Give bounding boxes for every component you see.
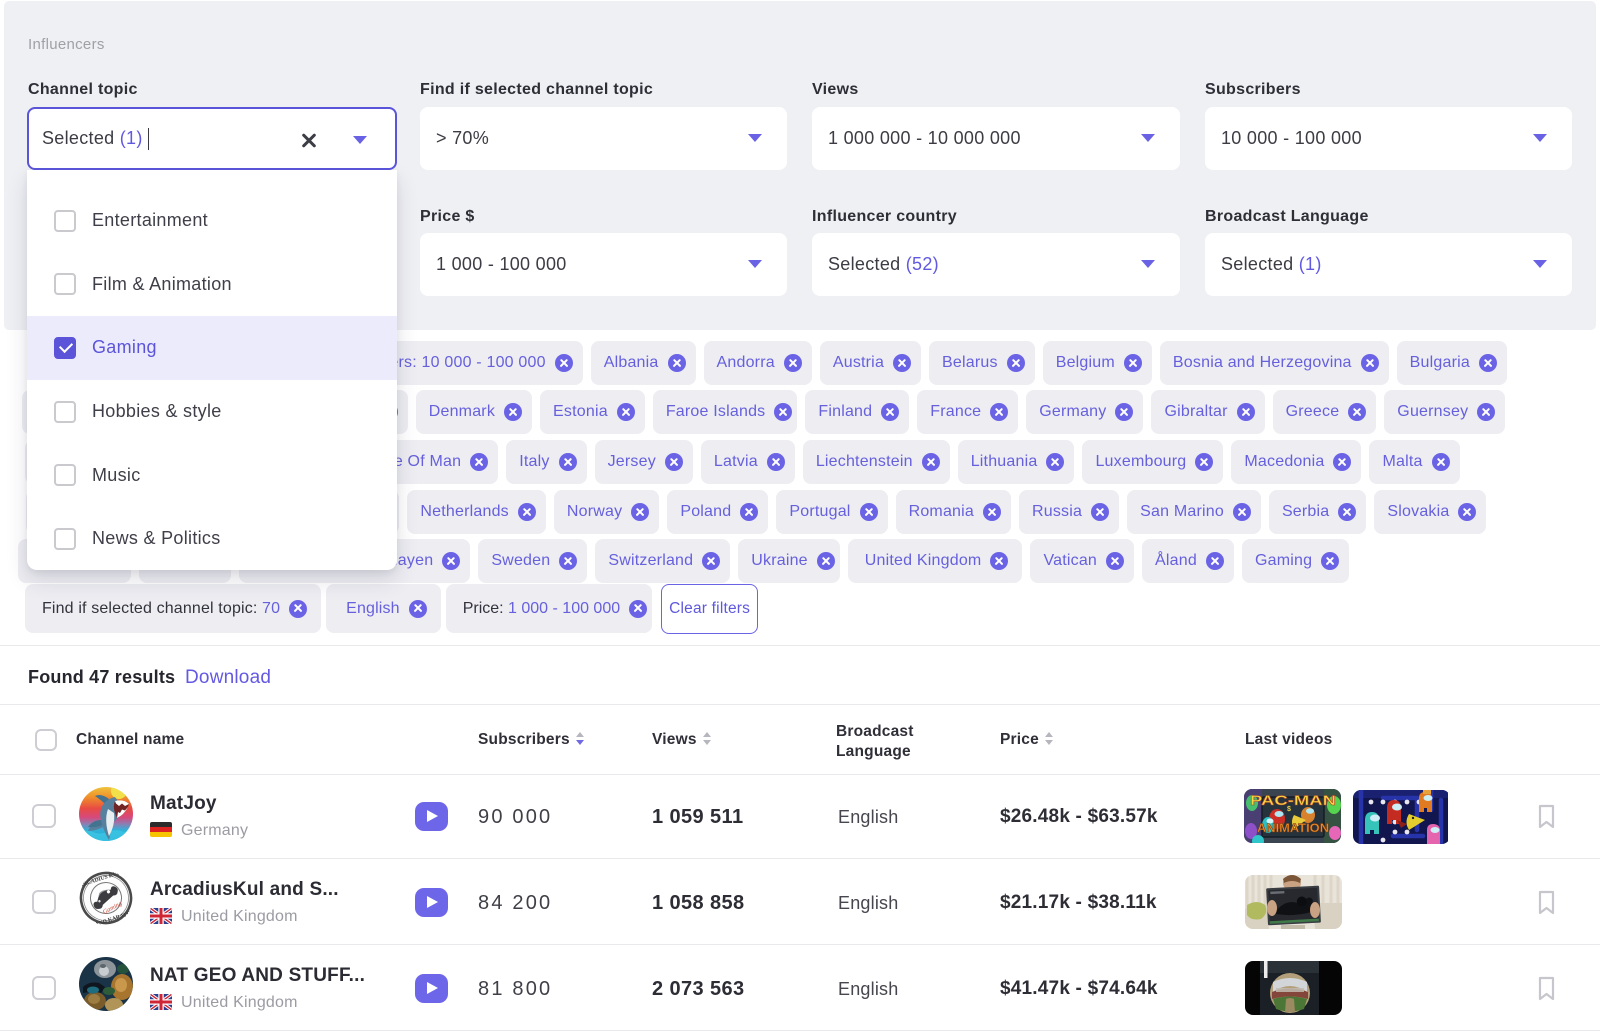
- svg-text:PAC-MAN: PAC-MAN: [1250, 793, 1336, 808]
- svg-text:ANIMATION: ANIMATION: [1257, 823, 1329, 835]
